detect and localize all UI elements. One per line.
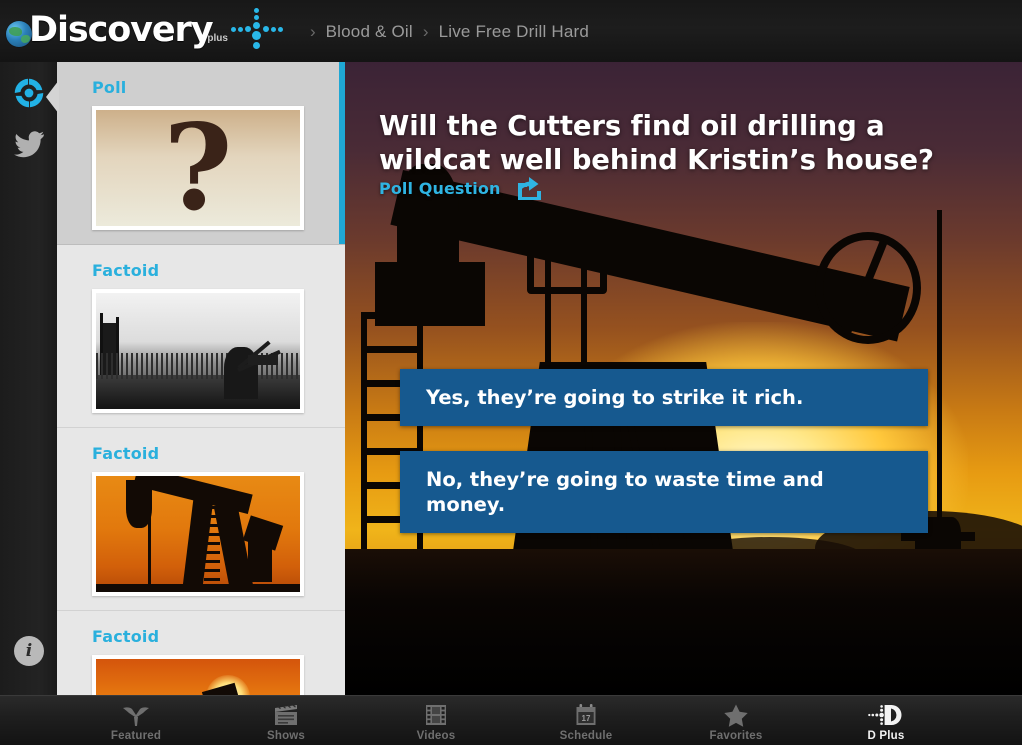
dplus-icon xyxy=(868,701,904,727)
oil-splash-question-mark-image: ? xyxy=(96,110,300,226)
tab-videos[interactable]: Videos xyxy=(392,699,480,742)
clapper-icon xyxy=(273,701,299,727)
brand-suffix-label: plus xyxy=(207,33,228,44)
discovery-plus-logo[interactable]: Discovery plus xyxy=(6,0,286,62)
bowtie-icon xyxy=(121,701,151,727)
question-mark-glyph: ? xyxy=(163,116,232,220)
tab-label: Schedule xyxy=(560,730,613,742)
pumpjack-body xyxy=(375,262,485,326)
list-item-label: Factoid xyxy=(92,261,345,280)
twitter-icon[interactable] xyxy=(10,124,48,162)
globe-icon xyxy=(6,21,32,47)
list-item[interactable]: Factoid xyxy=(57,611,345,695)
poll-answer-list: Yes, they’re going to strike it rich. No… xyxy=(400,369,928,533)
list-item[interactable]: Factoid xyxy=(57,428,345,611)
tab-d-plus[interactable]: D Plus xyxy=(842,699,930,742)
list-item-thumbnail: ? xyxy=(92,106,304,230)
list-item-label: Poll xyxy=(92,78,345,97)
breadcrumb-item-show[interactable]: Blood & Oil xyxy=(326,22,413,42)
star-icon xyxy=(723,701,749,727)
pumpjack-sun-behind-image xyxy=(96,659,300,695)
left-tool-rail: i xyxy=(0,62,57,695)
poll-meta-row: Poll Question xyxy=(379,176,544,200)
list-item-thumbnail xyxy=(92,655,304,695)
pumpjack-orange-sunset-image xyxy=(96,476,300,592)
tab-label: Videos xyxy=(417,730,456,742)
tab-favorites[interactable]: Favorites xyxy=(692,699,780,742)
bottom-tab-bar: Featured Shows xyxy=(0,695,1022,745)
list-item[interactable]: Poll ? xyxy=(57,62,345,245)
tab-label: Favorites xyxy=(710,730,763,742)
list-item-thumbnail xyxy=(92,472,304,596)
sync-icon-glyph xyxy=(10,74,48,112)
tab-label: Shows xyxy=(267,730,305,742)
historic-oilfield-bw-image xyxy=(96,293,300,409)
bridle-cable xyxy=(937,210,942,540)
breadcrumb-item-episode[interactable]: Live Free Drill Hard xyxy=(439,22,589,42)
companion-content-list[interactable]: Poll ? Factoid xyxy=(57,62,345,695)
tab-label: D Plus xyxy=(868,730,905,742)
share-icon[interactable] xyxy=(516,176,544,200)
wellhead-flange xyxy=(901,532,975,541)
poll-answer-option[interactable]: Yes, they’re going to strike it rich. xyxy=(400,369,928,426)
poll-answer-option[interactable]: No, they’re going to waste time and mone… xyxy=(400,451,928,533)
brand-wordmark: Discovery xyxy=(29,12,212,48)
calendar-icon: 17 xyxy=(574,701,598,727)
collapse-panel-handle[interactable] xyxy=(46,80,59,114)
tab-label: Featured xyxy=(111,730,161,742)
breadcrumb: › Blood & Oil › Live Free Drill Hard xyxy=(300,20,589,42)
breadcrumb-separator: › xyxy=(423,22,429,42)
svg-text:17: 17 xyxy=(582,714,591,723)
tab-featured[interactable]: Featured xyxy=(92,699,180,742)
content-kind-label: Poll Question xyxy=(379,179,500,198)
hero-poll-panel: Will the Cutters find oil drilling a wil… xyxy=(345,62,1022,695)
app-root: Discovery plus › Blood & Oil › Live Free… xyxy=(0,0,1022,745)
list-item-label: Factoid xyxy=(92,444,345,463)
tab-schedule[interactable]: 17 Schedule xyxy=(542,699,630,742)
top-header-bar: Discovery plus › Blood & Oil › Live Free… xyxy=(0,0,1022,62)
page-title: Will the Cutters find oil drilling a wil… xyxy=(379,109,964,177)
info-icon-letter: i xyxy=(14,636,44,666)
list-item-label: Factoid xyxy=(92,627,345,646)
list-item-thumbnail xyxy=(92,289,304,413)
dotted-plus-icon xyxy=(230,8,286,50)
info-icon[interactable]: i xyxy=(10,632,48,670)
filmstrip-icon xyxy=(424,701,448,727)
pumpjack-frame xyxy=(527,230,607,294)
tab-shows[interactable]: Shows xyxy=(242,699,330,742)
sync-icon[interactable] xyxy=(10,74,48,112)
breadcrumb-separator: › xyxy=(310,22,316,42)
foreground-ground xyxy=(345,549,1022,695)
twitter-bird-glyph xyxy=(12,126,46,160)
list-item[interactable]: Factoid xyxy=(57,245,345,428)
